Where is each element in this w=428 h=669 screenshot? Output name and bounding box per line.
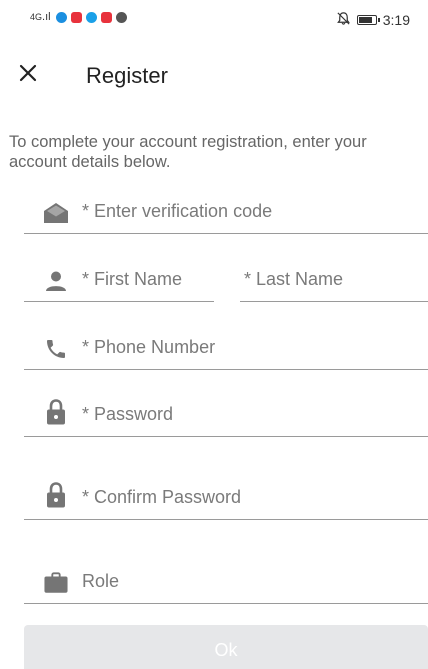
first-name-input[interactable]: * First Name: [24, 261, 214, 302]
chat-bubble-icon: [116, 12, 127, 23]
signal-icon: 4G.ıl: [30, 11, 51, 23]
ok-button[interactable]: Ok: [24, 625, 428, 669]
verification-code-input[interactable]: * Enter verification code: [24, 193, 428, 234]
notification-app-icon-2: [71, 12, 82, 23]
briefcase-icon: [44, 572, 68, 594]
battery-icon: [356, 15, 380, 25]
envelope-open-icon: [44, 202, 68, 224]
ok-button-label: Ok: [214, 639, 238, 660]
phone-icon: [44, 338, 68, 360]
close-button[interactable]: [10, 57, 46, 93]
register-screen: 4G.ıl 3:19 Register To complete your acc…: [0, 0, 428, 669]
last-name-input[interactable]: * Last Name: [240, 261, 428, 302]
password-placeholder: * Password: [82, 404, 174, 424]
lock-icon: [44, 399, 68, 425]
phone-number-placeholder: * Phone Number: [82, 337, 216, 357]
lock-icon: [44, 482, 68, 508]
first-name-placeholder: * First Name: [82, 269, 183, 289]
password-input[interactable]: * Password: [24, 396, 428, 437]
status-left: 4G.ıl: [30, 12, 127, 23]
network-type: 4G: [30, 12, 43, 22]
close-icon: [19, 64, 37, 87]
mute-bell-icon: [336, 11, 351, 29]
status-right: 3:19: [336, 11, 410, 29]
instructions-text: To complete your account registration, e…: [9, 133, 367, 171]
page-title: Register: [86, 63, 168, 88]
role-placeholder: Role: [82, 571, 120, 591]
header: Register: [0, 55, 428, 99]
confirm-password-placeholder: * Confirm Password: [82, 487, 242, 507]
role-select[interactable]: Role: [24, 563, 428, 604]
status-bar: 4G.ıl 3:19: [0, 0, 428, 40]
notification-app-icon-1: [56, 12, 67, 23]
confirm-password-input[interactable]: * Confirm Password: [24, 479, 428, 520]
last-name-placeholder: * Last Name: [244, 269, 344, 289]
verification-code-placeholder: * Enter verification code: [82, 201, 273, 221]
person-icon: [44, 270, 68, 292]
clock: 3:19: [382, 12, 410, 28]
notification-app-icon-3: [86, 12, 97, 23]
phone-number-input[interactable]: * Phone Number: [24, 329, 428, 370]
notification-app-icon-4: [101, 12, 112, 23]
battery-fill: [358, 17, 372, 23]
